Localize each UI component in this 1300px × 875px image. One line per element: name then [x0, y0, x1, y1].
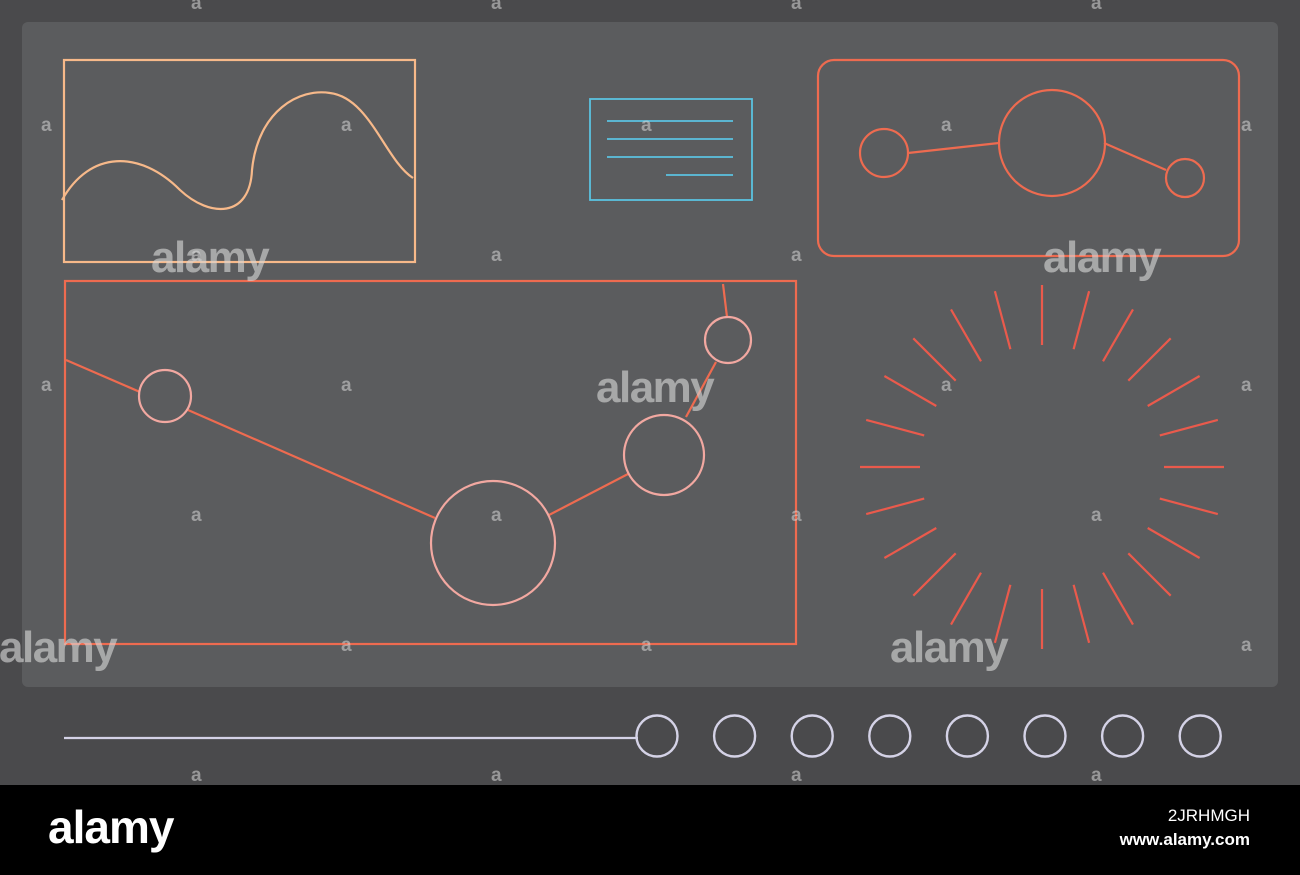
watermark-mark: a	[791, 765, 802, 786]
watermark-mark: a	[1241, 115, 1252, 136]
watermark-mark: a	[1091, 765, 1102, 786]
watermark-mark: a	[341, 115, 352, 136]
watermark-mark: a	[341, 375, 352, 396]
watermark-mark: a	[1091, 0, 1102, 14]
footer-url[interactable]: www.alamy.com	[1120, 830, 1250, 850]
watermark-text: alamy	[890, 623, 1009, 672]
watermark-mark: a	[41, 115, 52, 136]
watermark-text: alamy	[596, 363, 715, 412]
watermark-mark: a	[791, 245, 802, 266]
watermark-mark: a	[791, 0, 802, 14]
watermark-mark: a	[491, 505, 502, 526]
image-id-label: 2JRHMGH	[1167, 806, 1250, 825]
watermark-mark: a	[191, 765, 202, 786]
watermark-mark: a	[791, 505, 802, 526]
watermark-mark: a	[1091, 505, 1102, 526]
watermark-mark: a	[641, 635, 652, 656]
watermark-text: alamy	[1043, 233, 1162, 282]
watermark-mark: a	[491, 245, 502, 266]
watermark-mark: a	[491, 765, 502, 786]
watermark-mark: a	[191, 0, 202, 14]
footer-bar	[0, 785, 1300, 875]
watermark-mark: a	[341, 635, 352, 656]
watermark-mark: a	[1241, 375, 1252, 396]
watermark-mark: a	[941, 375, 952, 396]
footer-logo: alamy	[48, 801, 174, 853]
watermark-mark: a	[941, 115, 952, 136]
watermark-text: alamy	[0, 623, 118, 672]
watermark-text: alamy	[151, 233, 270, 282]
watermark-mark: a	[641, 115, 652, 136]
watermark-mark: a	[491, 0, 502, 14]
watermark-mark: a	[41, 375, 52, 396]
watermark-mark: a	[191, 505, 202, 526]
watermark-mark: a	[191, 245, 202, 266]
watermark-mark: a	[1241, 635, 1252, 656]
